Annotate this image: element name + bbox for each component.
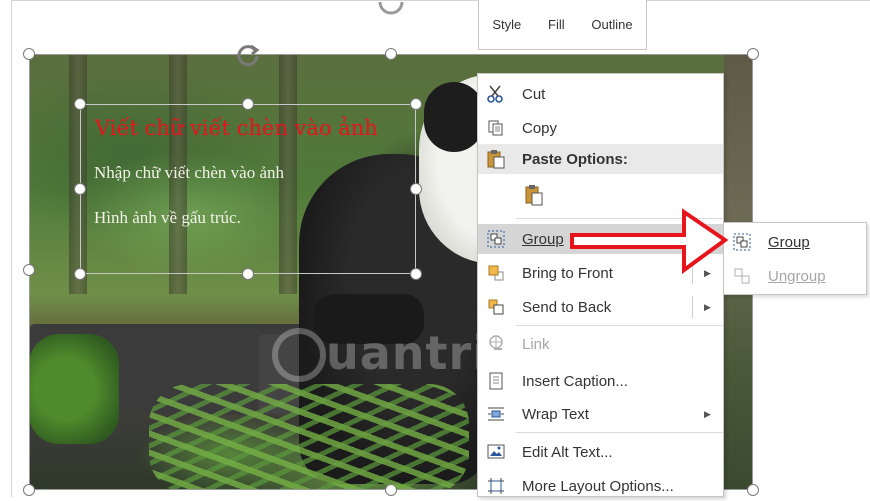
rotate-handle-icon[interactable] — [376, 0, 406, 25]
resize-handle[interactable] — [385, 484, 397, 496]
menu-label: Cut — [522, 85, 546, 103]
resize-handle[interactable] — [23, 484, 35, 496]
menu-item-link[interactable]: Link — [478, 329, 723, 359]
scissors-icon — [486, 84, 506, 104]
group-submenu: Group Ungroup — [723, 222, 867, 295]
resize-handle[interactable] — [385, 48, 397, 60]
resize-handle[interactable] — [410, 98, 422, 110]
submenu-item-ungroup[interactable]: Ungroup — [724, 261, 866, 291]
layout-options-icon — [486, 476, 506, 496]
resize-handle[interactable] — [747, 484, 759, 496]
submenu-arrow-icon: ▶ — [704, 301, 711, 312]
fill-button[interactable]: Fill — [548, 17, 565, 32]
menu-separator — [516, 325, 723, 326]
group-icon — [732, 232, 752, 252]
menu-item-cut[interactable]: Cut — [478, 79, 723, 109]
send-to-back-icon — [486, 297, 506, 317]
menu-label: Group — [522, 230, 564, 248]
ungroup-icon — [732, 266, 752, 286]
menu-item-send-to-back[interactable]: Send to Back ▶ — [478, 292, 723, 322]
resize-handle[interactable] — [74, 98, 86, 110]
menu-label: Edit Alt Text... — [522, 443, 613, 461]
style-button[interactable]: Style — [492, 17, 521, 32]
menu-item-wrap-text[interactable]: Wrap Text ▶ — [478, 399, 723, 429]
red-arrow-annotation — [570, 208, 729, 274]
insert-caption-icon — [486, 371, 506, 391]
resize-handle[interactable] — [410, 183, 422, 195]
menu-label: Insert Caption... — [522, 372, 628, 390]
wrap-text-icon — [486, 404, 506, 424]
resize-handle[interactable] — [74, 183, 86, 195]
menu-label: Paste Options: — [522, 150, 628, 168]
menu-separator — [516, 432, 723, 433]
menu-item-copy[interactable]: Copy — [478, 113, 723, 143]
outline-button[interactable]: Outline — [591, 17, 632, 32]
rotate-handle-icon[interactable] — [235, 42, 261, 73]
resize-handle[interactable] — [23, 48, 35, 60]
menu-label: Copy — [522, 119, 558, 137]
mini-toolbar: Style Fill Outline — [478, 0, 647, 50]
context-menu: Cut Copy Paste Options: Group ▶ Bring to… — [477, 73, 724, 497]
split-separator — [692, 296, 693, 318]
bring-to-front-icon — [486, 263, 506, 283]
resize-handle[interactable] — [410, 268, 422, 280]
menu-label: More Layout Options... — [522, 477, 674, 495]
group-icon — [486, 229, 506, 249]
copy-icon — [486, 118, 506, 138]
textbox-selection-frame — [80, 104, 416, 274]
menu-label: Send to Back — [522, 298, 612, 316]
paste-clipboard-icon[interactable] — [524, 185, 544, 206]
submenu-arrow-icon: ▶ — [704, 408, 711, 419]
paste-options-header: Paste Options: — [478, 144, 723, 174]
resize-handle[interactable] — [242, 268, 254, 280]
resize-handle[interactable] — [23, 264, 35, 276]
menu-label: Ungroup — [768, 267, 826, 285]
alt-text-icon — [486, 442, 506, 462]
menu-label: Group — [768, 233, 810, 251]
menu-label: Link — [522, 335, 550, 353]
clipboard-icon — [486, 149, 506, 169]
resize-handle[interactable] — [74, 268, 86, 280]
menu-item-edit-alt-text[interactable]: Edit Alt Text... — [478, 437, 723, 467]
resize-handle[interactable] — [242, 98, 254, 110]
resize-handle[interactable] — [747, 48, 759, 60]
submenu-item-group[interactable]: Group — [724, 227, 866, 257]
link-icon — [486, 334, 506, 354]
menu-item-insert-caption[interactable]: Insert Caption... — [478, 366, 723, 396]
menu-label: Wrap Text — [522, 405, 589, 423]
